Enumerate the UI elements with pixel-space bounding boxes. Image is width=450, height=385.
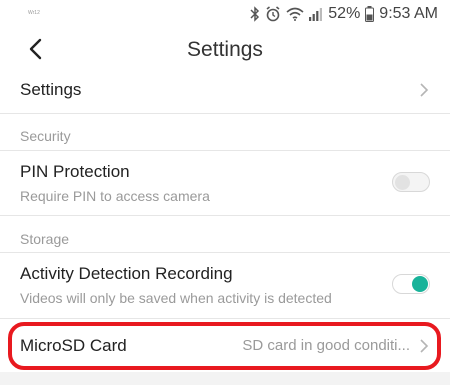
settings-row[interactable]: Settings: [0, 76, 450, 108]
divider: [0, 150, 450, 151]
divider: [0, 215, 450, 216]
app-header: Settings: [0, 30, 450, 72]
status-bar: Wr12 52% 9:53 AM: [0, 0, 450, 30]
wifi-icon: [286, 5, 304, 23]
battery-icon: [365, 5, 375, 23]
toggle-knob: [395, 174, 410, 190]
status-left-text: Wr12: [28, 10, 40, 16]
activity-detection-title: Activity Detection Recording: [20, 264, 233, 283]
signal-icon: [309, 5, 323, 23]
battery-percent: 52%: [328, 5, 361, 22]
bluetooth-icon: [250, 5, 260, 23]
activity-detection-toggle[interactable]: [392, 274, 430, 294]
pin-protection-row: PIN Protection Require PIN to access cam…: [0, 152, 450, 212]
divider: [0, 113, 450, 114]
activity-detection-subtitle: Videos will only be saved when activity …: [20, 290, 332, 306]
toggle-knob: [412, 276, 428, 292]
alarm-icon: [265, 5, 281, 23]
activity-detection-row: Activity Detection Recording Videos will…: [0, 254, 450, 316]
divider: [0, 318, 450, 319]
highlight-outline: [8, 322, 441, 370]
status-time: 9:53 AM: [379, 5, 438, 22]
settings-row-label: Settings: [20, 80, 82, 99]
divider: [0, 252, 450, 253]
page-title: Settings: [187, 38, 263, 61]
pin-protection-subtitle: Require PIN to access camera: [20, 188, 210, 204]
chevron-right-icon: [418, 82, 430, 98]
section-label-security: Security: [20, 128, 71, 144]
pin-protection-toggle[interactable]: [392, 172, 430, 192]
pin-protection-title: PIN Protection: [20, 162, 130, 181]
section-label-storage: Storage: [20, 231, 70, 247]
status-icons: 52% 9:53 AM: [250, 5, 438, 23]
bottom-shade: [0, 372, 450, 385]
